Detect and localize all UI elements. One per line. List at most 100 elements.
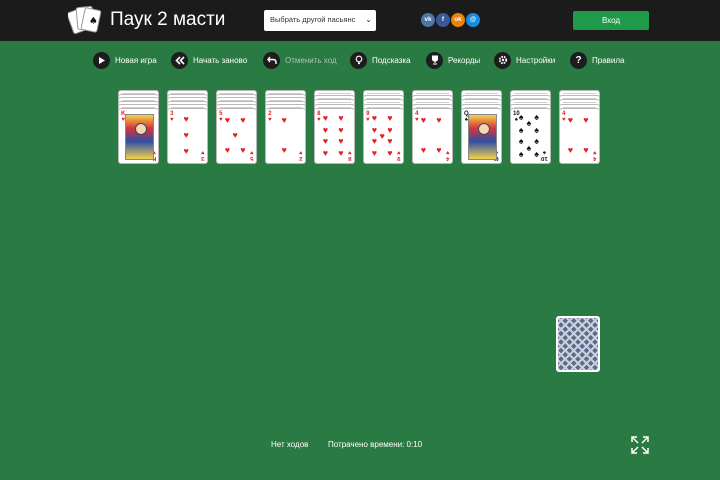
- suit-pip: ♥: [338, 136, 344, 147]
- face-card-art: [125, 114, 154, 160]
- suit-pip: ♥: [240, 114, 246, 125]
- suit-pip: ♥: [224, 145, 231, 156]
- suit-pip: ♥: [387, 136, 393, 147]
- playing-card[interactable]: 4 ♥ 4 ♥ ♥ ♥ ♥ ♥: [412, 108, 453, 164]
- suit-pip: ♥: [322, 124, 329, 135]
- question-icon: ?: [570, 51, 587, 69]
- suit-pip: ♥: [322, 136, 329, 147]
- settings-label: Настройки: [516, 55, 556, 65]
- suit-pip: ♠: [518, 124, 524, 135]
- card-rank: 2 ♥: [268, 111, 272, 123]
- rules-label: Правила: [592, 55, 625, 65]
- card-rank: 10 ♠: [541, 149, 548, 161]
- playing-card[interactable]: 10 ♠ 10 ♠ ♠ ♠ ♠ ♠ ♠ ♠ ♠ ♠ ♠ ♠: [510, 108, 551, 164]
- card-rank: 2 ♥: [299, 149, 303, 161]
- card-rank: 9 ♥: [397, 149, 401, 161]
- suit-pip: ♥: [387, 124, 393, 135]
- fullscreen-icon[interactable]: [630, 435, 650, 455]
- records-label: Рекорды: [448, 55, 481, 65]
- card-rank: 4 ♥: [415, 111, 419, 123]
- playing-card[interactable]: 5 ♥ 5 ♥ ♥ ♥ ♥ ♥ ♥: [216, 108, 257, 164]
- trophy-icon: [426, 51, 443, 69]
- suit-pip: ♠: [526, 142, 532, 153]
- playing-card[interactable]: 4 ♥ 4 ♥ ♥ ♥ ♥ ♥: [559, 108, 600, 164]
- suit-pip: ♥: [387, 148, 393, 159]
- playing-card[interactable]: 8 ♥ 8 ♥ ♥ ♥ ♥ ♥ ♥ ♥ ♥ ♥: [314, 108, 355, 164]
- mailru-icon[interactable]: @: [466, 13, 480, 27]
- undo-label: Отменить ход: [285, 55, 337, 65]
- hint-button[interactable]: Подсказка: [350, 51, 411, 69]
- suit-pip: ♥: [183, 113, 189, 124]
- settings-button[interactable]: Настройки: [494, 51, 555, 69]
- face-card-art: [468, 114, 497, 160]
- suit-pip: ♥: [583, 114, 589, 125]
- card-rank: 4 ♥: [446, 149, 450, 161]
- suit-pip: ♥: [420, 114, 427, 125]
- suit-pip: ♥: [322, 112, 329, 123]
- suit-pip: ♥: [436, 145, 442, 156]
- suit-pip: ♥: [436, 114, 442, 125]
- playing-card[interactable]: 3 ♥ 3 ♥ ♥ ♥ ♥: [167, 108, 208, 164]
- card-rank: 9 ♥: [366, 111, 370, 123]
- game-select-value: Выбрать другой пасьянс: [270, 15, 356, 24]
- rules-button[interactable]: ? Правила: [570, 51, 624, 69]
- odnoklassniki-icon[interactable]: ok: [451, 13, 465, 27]
- game-select[interactable]: Выбрать другой пасьянс ⌄: [264, 10, 376, 31]
- records-button[interactable]: Рекорды: [426, 51, 480, 69]
- play-icon: [93, 51, 110, 69]
- suit-pip: ♠: [518, 111, 524, 122]
- card-rank: 4 ♥: [562, 111, 566, 123]
- suit-pip: ♥: [567, 145, 574, 156]
- moves-status: Нет ходов: [271, 440, 309, 449]
- suit-pip: ♥: [420, 145, 427, 156]
- card-rank: 4 ♥: [593, 149, 597, 161]
- suit-pip: ♥: [281, 145, 287, 156]
- card-rank: 8 ♥: [348, 149, 352, 161]
- suit-pip: ♥: [371, 148, 378, 159]
- suit-pip: ♥: [232, 130, 238, 140]
- vk-icon[interactable]: vk: [421, 13, 435, 27]
- cards-logo-icon[interactable]: ♠: [68, 4, 102, 36]
- new-game-label: Новая игра: [115, 55, 157, 65]
- suit-pip: ♥: [371, 136, 378, 147]
- playing-card[interactable]: K♥K♥: [118, 108, 159, 164]
- playing-card[interactable]: Q♠Q♠: [461, 108, 502, 164]
- lightbulb-icon: [350, 51, 367, 69]
- suit-pip: ♠: [534, 124, 540, 135]
- playing-card[interactable]: 9 ♥ 9 ♥ ♥ ♥ ♥ ♥ ♥ ♥ ♥ ♥ ♥: [363, 108, 404, 164]
- card-rank: 5 ♥: [219, 111, 223, 123]
- suit-pip: ♠: [518, 149, 524, 160]
- suit-pip: ♥: [338, 148, 344, 159]
- undo-button[interactable]: Отменить ход: [263, 51, 337, 69]
- suit-pip: ♥: [338, 112, 344, 123]
- card-rank: 5 ♥: [250, 149, 254, 161]
- suit-pip: ♠: [534, 149, 540, 160]
- login-button[interactable]: Вход: [573, 11, 649, 30]
- playing-card[interactable]: 2 ♥ 2 ♥ ♥ ♥: [265, 108, 306, 164]
- suit-pip: ♥: [322, 148, 329, 159]
- suit-pip: ♥: [379, 130, 385, 141]
- card-rank: 8 ♥: [317, 111, 321, 123]
- card-rank: 3 ♥: [170, 111, 174, 123]
- hint-label: Подсказка: [372, 55, 411, 65]
- card-rank: 3 ♥: [201, 149, 205, 161]
- new-game-button[interactable]: Новая игра: [93, 51, 157, 69]
- suit-pip: ♥: [183, 130, 189, 140]
- time-spent: Потрачено времени: 0:10: [328, 440, 423, 449]
- suit-pip: ♥: [371, 124, 378, 135]
- suit-pip: ♥: [387, 112, 393, 123]
- app-title: Паук 2 масти: [110, 9, 226, 30]
- stock-pile[interactable]: [556, 316, 600, 372]
- suit-pip: ♥: [583, 145, 589, 156]
- suit-pip: ♠: [534, 111, 540, 122]
- suit-pip: ♥: [371, 112, 378, 123]
- double-chevron-left-icon: [171, 51, 188, 69]
- suit-pip: ♥: [338, 124, 344, 135]
- suit-pip: ♥: [240, 145, 246, 156]
- suit-pip: ♠: [534, 136, 540, 147]
- facebook-icon[interactable]: f: [436, 13, 450, 27]
- restart-button[interactable]: Начать заново: [171, 51, 247, 69]
- suit-pip: ♠: [518, 136, 524, 147]
- undo-arrow-icon: [263, 51, 280, 69]
- suit-pip: ♥: [224, 114, 231, 125]
